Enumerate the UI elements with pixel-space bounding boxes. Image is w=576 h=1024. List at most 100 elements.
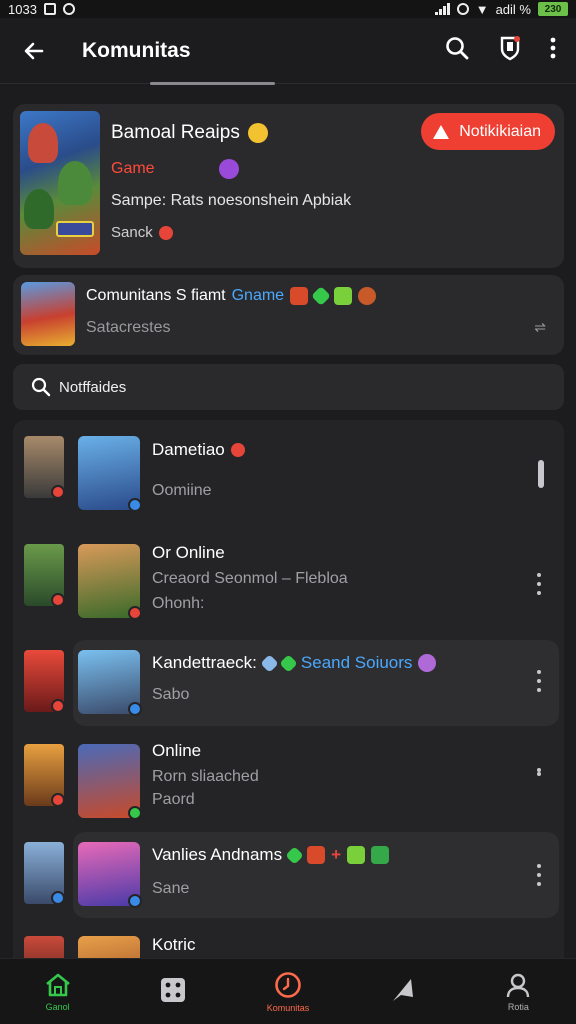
more-options-button[interactable] <box>550 37 556 64</box>
shield-icon <box>500 36 520 61</box>
tab-indicator <box>150 82 275 85</box>
status-dot-icon <box>51 793 65 807</box>
member-status: Sane <box>152 880 190 897</box>
status-dot-icon <box>128 894 142 908</box>
nav-label-home: Ganol <box>45 1001 70 1012</box>
gallery-icon <box>43 3 56 15</box>
game-subtitle-text: Game <box>111 160 155 177</box>
more-options-button[interactable] <box>532 768 546 776</box>
game-cover-image <box>20 111 100 255</box>
member-name: Kandettraeck: Seand Soiuors <box>152 653 437 673</box>
status-dot-icon <box>51 699 65 713</box>
more-options-button[interactable] <box>532 864 546 886</box>
status-dot-icon <box>128 806 142 820</box>
grid-icon <box>160 977 185 1002</box>
gift-icon <box>290 287 309 305</box>
back-button[interactable] <box>14 31 54 71</box>
member-name-text: Kandettraeck: <box>152 653 257 672</box>
list-item[interactable]: Kandettraeck: Seand Soiuors Sabo <box>13 640 564 740</box>
game-meta-text: Sanck <box>111 224 153 241</box>
list-item[interactable]: Or Online Creaord Seonmol – Flebloa Ohon… <box>13 538 564 638</box>
member-tag: Seand Soiuors <box>301 653 413 673</box>
kebab-menu-icon <box>550 37 556 59</box>
member-name: Or Online <box>152 543 225 562</box>
treasure-icon <box>358 287 377 305</box>
search-icon <box>446 37 469 60</box>
collapse-icon[interactable]: ⇌ <box>534 319 546 336</box>
profile-icon <box>507 973 530 997</box>
search-bar[interactable] <box>13 364 564 410</box>
member-activity: Rorn sliaached <box>152 768 259 785</box>
sparkle-icon <box>334 287 353 305</box>
nav-label-profile: Rotia <box>507 1001 529 1012</box>
member-tag-text: Seand Soiuors <box>300 653 413 672</box>
community-card[interactable]: Comunitans S fiamt Gname Satacrestes ⇌ <box>13 275 564 355</box>
notification-badge-icon <box>230 443 245 457</box>
nav-item-grid[interactable] <box>128 977 218 1007</box>
list-item[interactable]: Dametiao Oomiine <box>13 430 564 530</box>
community-tag: Gname <box>231 287 285 304</box>
member-status: Oomiine <box>152 482 212 499</box>
member-name: Online <box>152 741 202 760</box>
smile-emoji-icon <box>247 123 268 143</box>
member-name: Dametiao <box>152 440 245 460</box>
wifi-icon: ▼ <box>475 1 489 17</box>
list-item[interactable]: Kotric <box>13 930 564 960</box>
member-name: Vanlies Andnams + <box>152 845 390 865</box>
plus-icon: + <box>331 845 342 864</box>
status-dot-icon <box>128 702 142 716</box>
community-title: Comunitans S fiamt Gname <box>86 286 377 306</box>
search-input[interactable] <box>59 378 539 396</box>
shield-button[interactable] <box>498 35 522 66</box>
home-icon <box>45 973 70 996</box>
status-dot-icon <box>128 606 142 620</box>
more-options-button[interactable] <box>532 573 546 595</box>
flag-icon <box>393 978 414 1001</box>
bottom-navigation: Ganol Komunitas Rotia <box>0 958 576 1024</box>
game-description: Sampe: Rats noesonshein Apbiak <box>111 192 352 209</box>
gift-icon <box>307 846 326 864</box>
nav-label-community: Komunitas <box>266 1002 310 1013</box>
notify-button-label: Notikikiaian <box>459 122 541 140</box>
notify-button[interactable]: Notikikiaian <box>421 113 555 150</box>
gem-icon <box>285 845 304 865</box>
nav-item-flag[interactable] <box>358 977 448 1007</box>
game-header-card: Bamoal Reaips Game Sampe: Rats noesonshe… <box>13 104 564 268</box>
avatar <box>78 936 140 960</box>
list-item[interactable]: Online Rorn sliaached Paord <box>13 738 564 838</box>
sparkle-icon <box>347 846 366 864</box>
nav-item-home[interactable]: Ganol <box>13 972 103 1012</box>
community-thumbnail <box>21 282 75 346</box>
notification-badge-icon <box>158 225 173 240</box>
status-bar: 1033 ▼ adil % 230 <box>0 0 576 18</box>
purple-badge-icon <box>218 159 239 179</box>
member-list: Dametiao Oomiine Or Online Creaord Seonm… <box>13 420 564 960</box>
member-name: Kotric <box>152 935 196 954</box>
gem-icon <box>311 286 331 306</box>
badge-icon <box>371 846 390 864</box>
orb-icon <box>418 654 437 672</box>
status-dot-icon <box>51 891 65 905</box>
status-time: 1033 <box>8 1 37 17</box>
signal-icon <box>434 3 450 15</box>
arrow-left-icon <box>24 42 44 59</box>
status-dot-icon <box>51 593 65 607</box>
list-item[interactable]: Vanlies Andnams + Sane <box>13 832 564 932</box>
nav-item-profile[interactable]: Rotia <box>473 972 563 1012</box>
nav-item-community[interactable]: Komunitas <box>243 971 333 1013</box>
alarm-icon <box>456 3 469 15</box>
member-status: Sabo <box>152 686 190 703</box>
clock-icon <box>275 971 301 998</box>
gem-icon <box>279 653 298 673</box>
member-status: Paord <box>152 791 195 808</box>
member-name-text: Vanlies Andnams <box>152 845 283 864</box>
network-text: adil % <box>495 1 531 17</box>
community-title-text: Comunitans S fiamt <box>86 287 226 304</box>
member-status: Ohonh: <box>152 595 205 612</box>
community-subtitle: Satacrestes <box>86 319 171 336</box>
search-button[interactable] <box>444 35 470 66</box>
more-options-button[interactable] <box>532 670 546 692</box>
game-title-text: Bamoal Reaips <box>111 122 240 143</box>
diamond-icon <box>260 653 279 673</box>
member-name-text: Dametiao <box>152 440 225 459</box>
